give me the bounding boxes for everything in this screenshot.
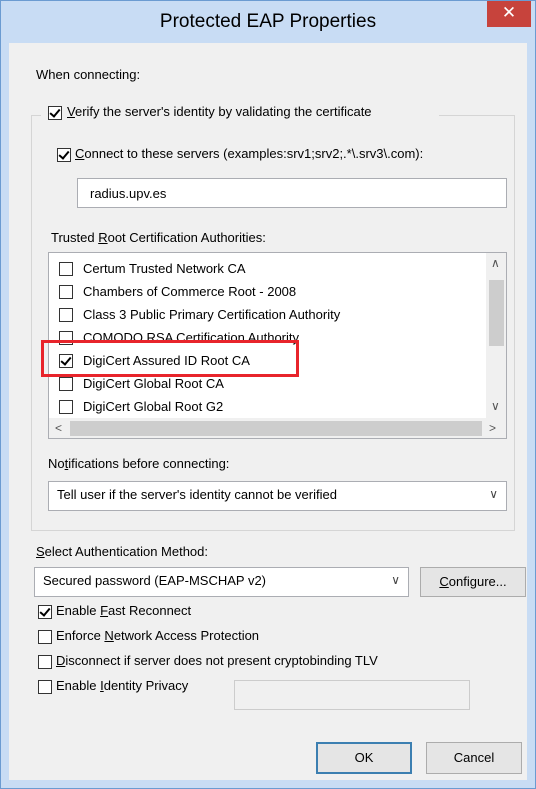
servers-input-value: radius.upv.es [90, 186, 167, 201]
fast-reconnect-label[interactable]: Enable Fast Reconnect [56, 603, 191, 618]
verify-server-checkbox[interactable] [48, 106, 62, 120]
horizontal-scroll-thumb[interactable] [70, 421, 482, 436]
chevron-down-icon: ∨ [489, 487, 498, 501]
when-connecting-label: When connecting: [36, 67, 141, 82]
horizontal-scrollbar[interactable]: < > [49, 418, 506, 438]
verify-server-label[interactable]: Verify the server's identity by validati… [67, 104, 372, 119]
certificate-label: DigiCert Global Root CA [83, 376, 224, 391]
close-button[interactable]: ✕ [487, 1, 531, 27]
notifications-label: Notifications before connecting: [48, 456, 230, 471]
certificate-label: Certum Trusted Network CA [83, 261, 246, 276]
scroll-down-icon[interactable]: ∨ [491, 399, 500, 413]
connect-servers-checkbox[interactable] [57, 148, 71, 162]
scroll-right-icon[interactable]: > [489, 421, 496, 435]
connect-servers-label[interactable]: Connect to these servers (examples:srv1;… [75, 146, 423, 161]
certificate-checkbox[interactable] [59, 308, 73, 322]
ok-button[interactable]: OK [316, 742, 412, 774]
certificate-checkbox[interactable] [59, 285, 73, 299]
certificate-checkbox[interactable] [59, 377, 73, 391]
fast-reconnect-checkbox[interactable] [38, 605, 52, 619]
identity-privacy-input[interactable] [234, 680, 470, 710]
identity-privacy-checkbox[interactable] [38, 680, 52, 694]
certificate-label: DigiCert Global Root G2 [83, 399, 224, 414]
vertical-scroll-thumb[interactable] [489, 280, 504, 346]
certificate-label: Class 3 Public Primary Certification Aut… [83, 307, 341, 322]
auth-method-dropdown[interactable]: Secured password (EAP-MSCHAP v2) ∨ [34, 567, 409, 597]
dialog-window: Protected EAP Properties ✕ When connecti… [0, 0, 536, 789]
window-frame-right [527, 43, 535, 788]
auth-method-label: Select Authentication Method: [36, 544, 209, 559]
highlight-annotation [41, 340, 299, 377]
scroll-left-icon[interactable]: < [55, 421, 62, 435]
cancel-button[interactable]: Cancel [426, 742, 522, 774]
auth-method-value: Secured password (EAP-MSCHAP v2) [43, 573, 267, 588]
title-bar[interactable]: Protected EAP Properties ✕ [1, 1, 535, 43]
notifications-value: Tell user if the server's identity canno… [57, 487, 337, 502]
nap-checkbox[interactable] [38, 630, 52, 644]
disconnect-label[interactable]: Disconnect if server does not present cr… [56, 653, 378, 668]
notifications-dropdown[interactable]: Tell user if the server's identity canno… [48, 481, 507, 511]
close-icon: ✕ [501, 3, 517, 22]
chevron-down-icon: ∨ [391, 573, 400, 587]
scroll-up-icon[interactable]: ∧ [491, 256, 500, 270]
disconnect-checkbox[interactable] [38, 655, 52, 669]
certificate-checkbox[interactable] [59, 400, 73, 414]
servers-input[interactable]: radius.upv.es [77, 178, 507, 208]
certificate-checkbox[interactable] [59, 262, 73, 276]
certificate-label: Chambers of Commerce Root - 2008 [83, 284, 297, 299]
window-frame-bottom [1, 780, 535, 788]
nap-label[interactable]: Enforce Network Access Protection [56, 628, 259, 643]
vertical-scrollbar[interactable]: ∧ ∨ [486, 253, 506, 419]
window-frame-left [1, 43, 9, 788]
identity-privacy-label[interactable]: Enable Identity Privacy [56, 678, 188, 693]
configure-button[interactable]: Configure... [420, 567, 526, 597]
dialog-title: Protected EAP Properties [159, 11, 377, 32]
trusted-root-label: Trusted Root Certification Authorities: [51, 230, 266, 245]
